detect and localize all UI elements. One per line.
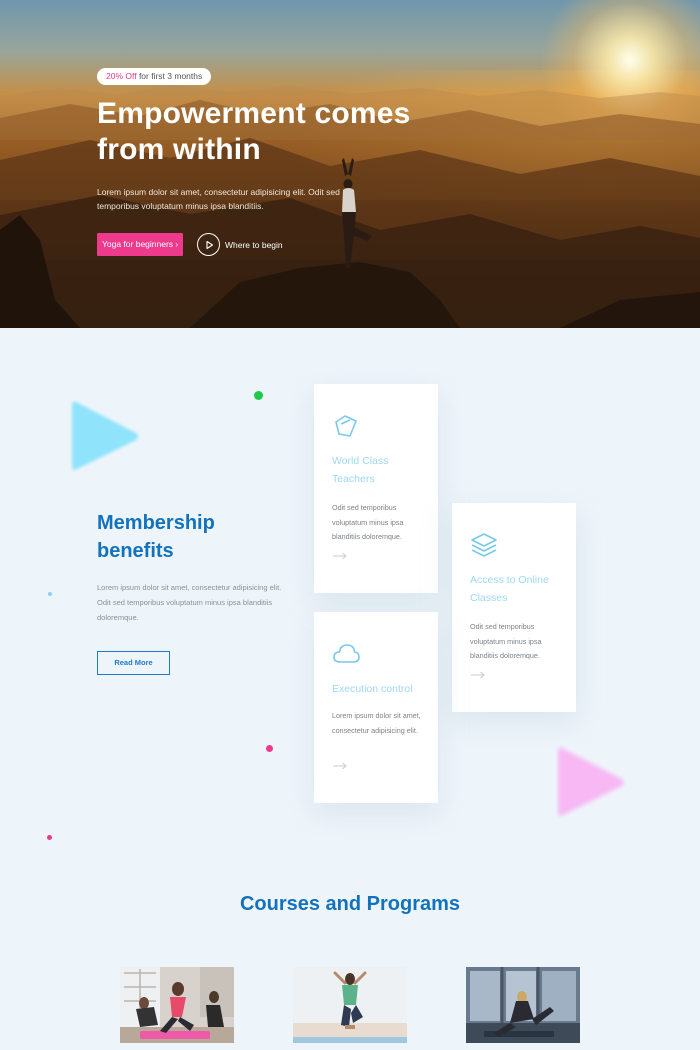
cloud-icon (333, 644, 360, 663)
pink-triangle-decoration (558, 747, 624, 816)
where-to-begin-link[interactable]: Where to begin (197, 233, 283, 256)
course-image-stretch-pose[interactable] (466, 967, 580, 1043)
benefit-card-online-classes[interactable]: Access to Online Classes Odit sed tempor… (452, 503, 576, 712)
card-title: Execution control (332, 683, 413, 695)
benefit-card-teachers[interactable]: World Class Teachers Odit sed temporibus… (314, 384, 438, 593)
card-title: Access to Online Classes (470, 574, 549, 604)
card-text: Lorem ipsum dolor sit amet, consectetur … (332, 711, 421, 735)
badge-text: for first 3 months (138, 71, 203, 81)
blue-dot (48, 592, 52, 596)
course-image-balance-pose[interactable] (293, 967, 407, 1043)
layers-icon (471, 533, 497, 557)
where-to-begin-label: Where to begin (225, 239, 283, 250)
card-title: World Class Teachers (332, 455, 389, 485)
hero-section: 20% Off for first 3 months Empowerment c… (0, 0, 700, 328)
arrow-right-icon[interactable] (332, 762, 348, 770)
discount-badge: 20% Off for first 3 months (97, 68, 212, 85)
play-icon[interactable] (197, 233, 220, 256)
card-text: Odit sed temporibus voluptatum minus ips… (470, 622, 542, 660)
benefits-title: Membership benefits (97, 512, 215, 562)
hero-title: Empowerment comes from within (97, 97, 411, 166)
pink-dot (266, 745, 273, 752)
courses-title: Courses and Programs (239, 893, 461, 915)
arrow-right-icon[interactable] (332, 552, 348, 560)
card-text: Odit sed temporibus voluptatum minus ips… (332, 503, 404, 541)
diamond-icon (335, 415, 357, 437)
benefit-card-execution-control[interactable]: Execution control Lorem ipsum dolor sit … (314, 612, 438, 803)
blue-triangle-decoration (72, 401, 138, 470)
read-more-button[interactable]: Read More (97, 651, 170, 675)
pink-dot-small (47, 835, 52, 840)
hero-lead: Lorem ipsum dolor sit amet, consectetur … (97, 187, 340, 211)
benefits-text: Lorem ipsum dolor sit amet, consectetur … (97, 583, 282, 622)
green-dot (254, 391, 263, 400)
badge-accent: 20% Off (106, 71, 137, 81)
arrow-right-icon[interactable] (470, 671, 486, 679)
course-image-group-class[interactable] (120, 967, 234, 1043)
yoga-beginners-button[interactable]: Yoga for beginners › (97, 233, 184, 256)
